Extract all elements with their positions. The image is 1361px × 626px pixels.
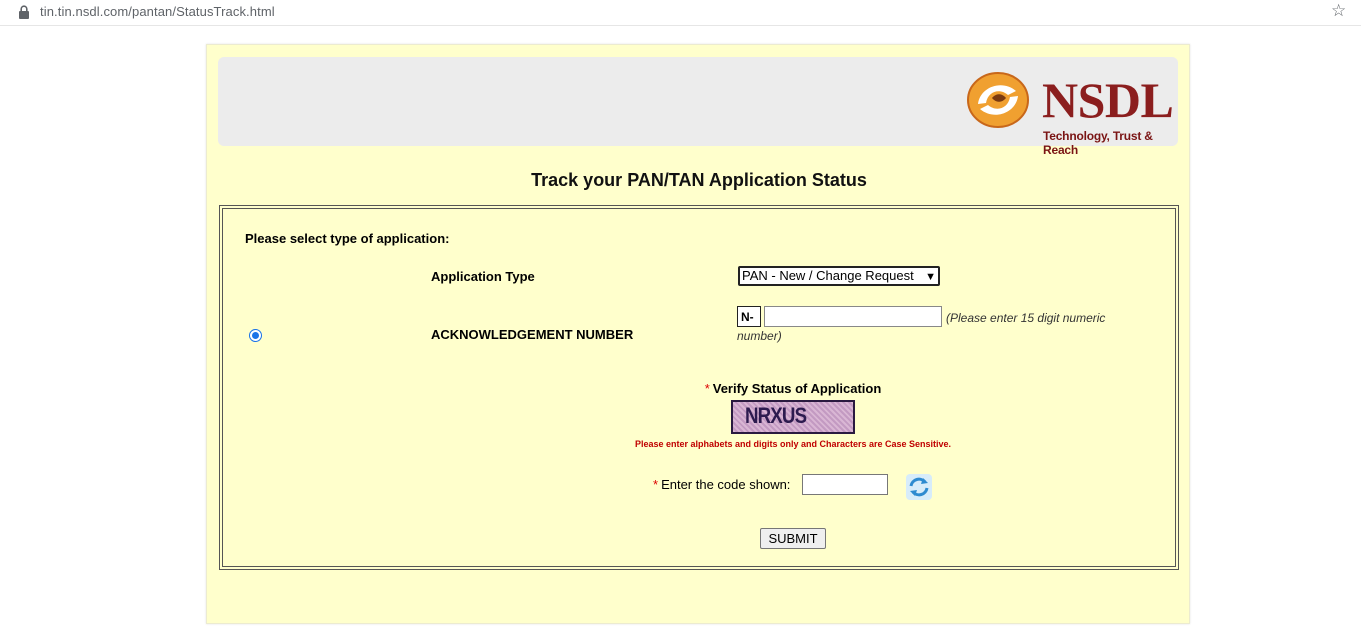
verify-status-text: Verify Status of Application (712, 381, 882, 396)
select-type-label: Please select type of application: (245, 231, 450, 246)
ack-prefix: N- (737, 306, 761, 327)
status-form-inner: Please select type of application: Appli… (222, 208, 1176, 567)
page-title: Track your PAN/TAN Application Status (531, 170, 867, 190)
url-text[interactable]: tin.tin.nsdl.com/pantan/StatusTrack.html (40, 4, 275, 19)
star-icon[interactable]: ☆ (1331, 1, 1346, 21)
submit-button[interactable]: SUBMIT (760, 528, 826, 549)
nsdl-header: NSDL Technology, Trust & Reach (218, 57, 1178, 157)
refresh-icon[interactable] (906, 474, 932, 500)
captcha-image: NRXUS (731, 400, 855, 434)
page-panel: NSDL Technology, Trust & Reach Track you… (206, 44, 1190, 624)
application-type-value: PAN - New / Change Request (742, 268, 914, 283)
lock-icon (19, 5, 29, 19)
required-mark: * (704, 381, 710, 396)
captcha-text: NRXUS (745, 403, 807, 428)
ack-number-label: ACKNOWLEDGEMENT NUMBER (431, 327, 634, 342)
application-type-label: Application Type (431, 269, 535, 284)
status-form: Please select type of application: Appli… (219, 205, 1179, 570)
verify-status-label: * Verify Status of Application (223, 381, 1361, 396)
chevron-down-icon: ▼ (925, 271, 936, 283)
application-type-select[interactable]: PAN - New / Change Request ▼ (738, 266, 940, 286)
browser-address-bar[interactable]: tin.tin.nsdl.com/pantan/StatusTrack.html… (0, 0, 1361, 26)
required-mark: * (653, 477, 659, 492)
captcha-code-input[interactable] (802, 474, 888, 495)
code-label-text: Enter the code shown: (661, 477, 791, 492)
nsdl-logo-mark-icon (967, 72, 1029, 128)
ack-number-input[interactable] (764, 306, 942, 327)
nsdl-logo-text: NSDL (1042, 72, 1174, 128)
code-label: * Enter the code shown: (653, 477, 790, 492)
case-sensitive-note: Please enter alphabets and digits only a… (634, 439, 952, 449)
ack-number-radio[interactable] (249, 329, 262, 342)
nsdl-tagline: Technology, Trust & Reach (1043, 129, 1153, 157)
